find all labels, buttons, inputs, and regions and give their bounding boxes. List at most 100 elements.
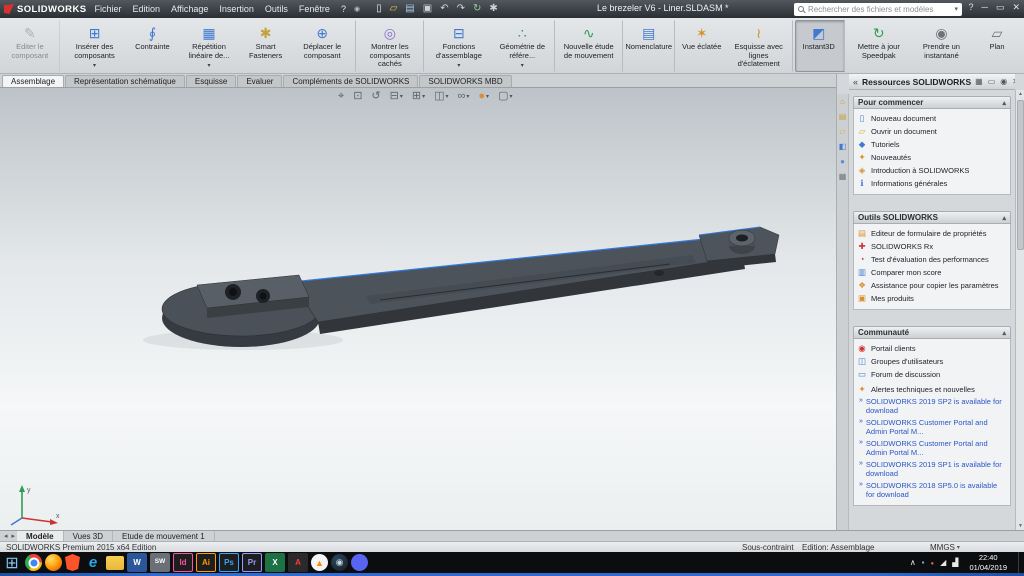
section-collapse-icon[interactable]: ▴	[1002, 329, 1006, 337]
alert-link[interactable]: » SOLIDWORKS 2019 SP1 is available for d…	[857, 459, 1007, 480]
new-document-icon[interactable]	[376, 4, 382, 14]
show-hidden-components-button[interactable]: Montrer les composants cachés	[358, 20, 424, 72]
menu-outils[interactable]: Outils	[265, 3, 288, 15]
minimize-icon[interactable]	[982, 3, 988, 12]
section-header-outils[interactable]: Outils SOLIDWORKS ▴	[853, 211, 1011, 224]
pane-restore-icon[interactable]	[988, 78, 996, 86]
section-collapse-icon[interactable]: ▴	[1002, 214, 1006, 222]
tray-app-red-icon[interactable]	[931, 559, 935, 567]
section-collapse-icon[interactable]: ▴	[1002, 99, 1006, 107]
word-icon[interactable]: W	[127, 553, 147, 572]
design-library-icon[interactable]	[839, 113, 847, 121]
bom-button[interactable]: Nomenclature	[625, 20, 675, 72]
options-icon[interactable]	[489, 4, 497, 14]
hidden-icons-icon[interactable]	[910, 559, 916, 567]
alert-link[interactable]: » SOLIDWORKS Customer Portal and Admin P…	[857, 417, 1007, 438]
instant3d-button[interactable]: Instant3D	[795, 20, 845, 72]
menu-affichage[interactable]: Affichage	[171, 3, 208, 15]
take-snapshot-button[interactable]: Prendre un instantané	[911, 20, 972, 72]
doctab-scroll-right-icon[interactable]: ▸	[10, 532, 18, 540]
link-ouvrir-un-document[interactable]: Ouvrir un document	[857, 125, 1007, 138]
doctab-modele[interactable]: Modèle	[17, 531, 64, 541]
model-right-end[interactable]	[699, 227, 779, 269]
tab-complements-solidworks[interactable]: Compléments de SOLIDWORKS	[283, 75, 418, 87]
edit-appearance-icon[interactable]	[478, 91, 489, 102]
zoom-area-icon[interactable]	[353, 91, 362, 102]
link-comparer-mon-score[interactable]: Comparer mon score	[857, 266, 1007, 279]
units-dropdown-icon[interactable]: ▾	[957, 544, 960, 551]
volume-icon[interactable]	[940, 559, 946, 567]
hide-show-items-icon[interactable]	[458, 91, 470, 102]
alert-link[interactable]: » SOLIDWORKS 2018 SP5.0 is available for…	[857, 480, 1007, 501]
premiere-icon[interactable]: Pr	[242, 553, 262, 572]
section-header-pour-commencer[interactable]: Pour commencer ▴	[853, 96, 1011, 109]
taskpane-resources-icon[interactable]	[840, 98, 845, 106]
pane-grid-icon[interactable]	[975, 78, 983, 86]
assembly-features-button[interactable]: Fonctions d'assemblage	[426, 20, 492, 72]
link-assistance-copier-parametres[interactable]: Assistance pour copier les paramètres	[857, 279, 1007, 292]
menu-fenetre[interactable]: Fenêtre	[299, 3, 330, 15]
link-nouveau-document[interactable]: Nouveau document	[857, 112, 1007, 125]
link-groupes-utilisateurs[interactable]: Groupes d'utilisateurs	[857, 355, 1007, 368]
tab-representation-schematique[interactable]: Représentation schématique	[65, 75, 185, 87]
restore-icon[interactable]	[996, 3, 1005, 12]
tab-esquisse[interactable]: Esquisse	[186, 75, 236, 87]
rebuild-icon[interactable]	[473, 4, 481, 14]
collapse-taskpane-icon[interactable]	[853, 77, 858, 87]
smart-fasteners-button[interactable]: Smart Fasteners	[241, 20, 291, 72]
explode-line-sketch-button[interactable]: Esquisse avec lignes d'éclatement	[727, 20, 793, 72]
network-icon[interactable]	[952, 559, 958, 567]
appearances-scenes-icon[interactable]	[840, 158, 845, 166]
start-button[interactable]	[2, 553, 22, 572]
menu-aide[interactable]: ?	[341, 3, 346, 15]
scroll-down-icon[interactable]: ▼	[1018, 523, 1023, 529]
alert-link[interactable]: » SOLIDWORKS Customer Portal and Admin P…	[857, 438, 1007, 459]
model-arm[interactable]	[292, 238, 745, 334]
link-informations-generales[interactable]: Informations générales	[857, 177, 1007, 190]
exploded-view-button[interactable]: Vue éclatée	[677, 20, 727, 72]
undo-icon[interactable]	[440, 4, 448, 14]
show-desktop-button[interactable]	[1018, 552, 1022, 573]
view-palette-icon[interactable]	[839, 143, 847, 151]
update-speedpak-button[interactable]: Mettre à jour Speedpak	[847, 20, 911, 72]
doctab-scroll-left-icon[interactable]: ◂	[2, 532, 10, 540]
scroll-up-icon[interactable]: ▲	[1018, 91, 1023, 97]
insert-components-button[interactable]: Insérer des composants	[62, 20, 128, 72]
graphics-viewport[interactable]: y x	[0, 88, 836, 530]
mate-button[interactable]: Contrainte	[127, 20, 177, 72]
folder-icon[interactable]	[106, 556, 124, 570]
link-mes-produits[interactable]: Mes produits	[857, 292, 1007, 305]
link-test-evaluation-performances[interactable]: Test d'évaluation des performances	[857, 253, 1007, 266]
tab-evaluer[interactable]: Evaluer	[237, 75, 282, 87]
pane-pin-icon[interactable]	[1000, 78, 1007, 86]
print-icon[interactable]	[423, 4, 432, 14]
view-orientation-icon[interactable]	[412, 91, 425, 102]
link-portail-clients[interactable]: Portail clients	[857, 342, 1007, 355]
tab-solidworks-mbd[interactable]: SOLIDWORKS MBD	[419, 75, 511, 87]
linear-pattern-button[interactable]: Répétition linéaire de...	[177, 20, 240, 72]
scrollbar-thumb[interactable]	[1017, 100, 1024, 250]
close-icon[interactable]	[1012, 3, 1020, 12]
indesign-icon[interactable]: Id	[173, 553, 193, 572]
plan-button[interactable]: Plan	[972, 20, 1022, 72]
previous-view-icon[interactable]	[371, 91, 380, 102]
custom-properties-icon[interactable]	[839, 173, 847, 181]
brave-icon[interactable]	[65, 554, 80, 571]
link-tutoriels[interactable]: Tutoriels	[857, 138, 1007, 151]
apply-scene-icon[interactable]	[498, 91, 512, 102]
steam-icon[interactable]	[331, 554, 348, 571]
zoom-fit-icon[interactable]	[338, 91, 344, 102]
move-component-button[interactable]: Déplacer le composant	[291, 20, 356, 72]
doctab-etude-mouvement[interactable]: Etude de mouvement 1	[113, 531, 215, 541]
chrome-icon[interactable]	[25, 554, 42, 571]
link-forum-discussion[interactable]: Forum de discussion	[857, 368, 1007, 381]
menu-edition[interactable]: Edition	[132, 3, 160, 15]
tab-assemblage[interactable]: Assemblage	[2, 75, 64, 87]
clock[interactable]: 22:40 01/04/2019	[964, 553, 1012, 572]
link-solidworks-rx[interactable]: SOLIDWORKS Rx	[857, 240, 1007, 253]
doctab-vues-3d[interactable]: Vues 3D	[64, 531, 113, 541]
link-nouveautes[interactable]: Nouveautés	[857, 151, 1007, 164]
section-view-icon[interactable]	[390, 91, 403, 102]
new-motion-study-button[interactable]: Nouvelle étude de mouvement	[557, 20, 623, 72]
discord-icon[interactable]	[351, 554, 368, 571]
